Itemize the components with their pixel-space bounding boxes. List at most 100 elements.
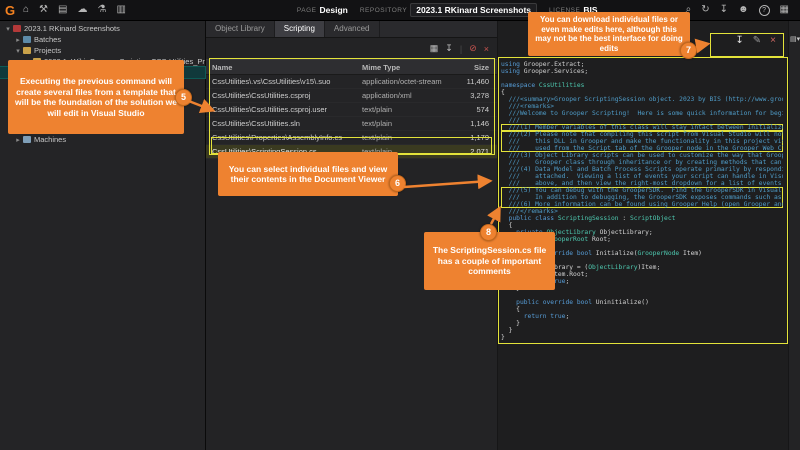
sidebar-item-label: Projects [34,46,61,55]
close-icon[interactable]: × [484,44,489,54]
file-mime-type: text/plain [362,133,454,142]
code-line: ///(4) Data Model and Batch Process Scri… [501,166,783,173]
code-line: ///Welcome to Grooper Scripting! Here is… [501,110,783,117]
code-line: /// this DLL in Grooper and make the fun… [501,138,783,145]
file-toolbar: ▦ ↧ | ⊘ × [206,38,497,59]
close-code-icon[interactable]: × [770,35,776,46]
save-icon[interactable]: ▤ [55,1,70,19]
code-line: } [501,334,783,341]
stats-icon[interactable]: ▥ [113,1,128,19]
download-icon[interactable]: ↧ [717,1,731,19]
code-line: /// [501,117,783,124]
file-name: CssUtilities\Properties\AssemblyInfo.cs [206,133,362,142]
expand-icon[interactable]: ▸ [14,36,22,44]
callout-5-text: Executing the previous command will crea… [14,76,178,118]
tab-scripting[interactable]: Scripting [275,20,325,37]
code-line: ///(6) More information can be found usi… [501,201,783,208]
file-size: 574 [454,105,497,114]
download-code-icon[interactable]: ↧ [735,35,743,46]
delete-icon[interactable]: ⊘ [469,43,477,54]
download-file-icon[interactable]: ↧ [445,43,453,54]
root-icon [13,25,21,32]
sidebar-item-projects[interactable]: ▾ Projects [0,45,205,56]
code-line: ///(5) You can debug with the GrooperSDK… [501,187,783,194]
annotation-callout-7: You can download individual files or eve… [528,12,690,56]
code-line: /// above, and then view the right-most … [501,180,783,187]
file-table-header: Name Mime Type Size [206,59,497,75]
code-line [501,75,783,82]
code-line: using Grooper.Services; [501,68,783,75]
collapse-icon[interactable]: ▾ [14,47,22,55]
panel-menu-icon[interactable]: ▤▾ [790,35,800,43]
sidebar-item-root[interactable]: ▾2023.1 RKinard Screenshots [0,23,205,34]
help-icon[interactable]: ? [759,5,770,16]
apps-grid-icon[interactable]: ▦ [777,1,792,19]
code-line: /// In addition to debugging, the Groope… [501,194,783,201]
file-row[interactable]: CssUtilities\Properties\AssemblyInfo.cst… [206,131,497,145]
callout-6-number: 6 [389,175,406,192]
sidebar-item-batches[interactable]: ▸ Batches [0,34,205,45]
projects-icon [23,47,31,54]
annotation-callout-8: The ScriptingSession.cs file has a coupl… [424,232,555,290]
column-header-mime-type[interactable]: Mime Type [362,63,454,72]
file-mime-type: application/xml [362,91,454,100]
tab-advanced[interactable]: Advanced [325,20,380,37]
annotation-callout-6: You can select individual files and view… [218,152,398,196]
code-line: ///(3) Object Library scripts can be use… [501,152,783,159]
callout-6-text: You can select individual files and view… [224,164,392,185]
code-line: ///(1) Member variables of this class wi… [501,124,783,131]
code-line: { [501,222,783,229]
callout-8-text: The ScriptingSession.cs file has a coupl… [430,245,549,277]
file-name: CssUtilities\CssUtilities.csproj.user [206,105,362,114]
file-row[interactable]: CssUtilities\CssUtilities.csprojapplicat… [206,89,497,103]
machines-icon [23,136,31,143]
sidebar-item-label: Machines [34,135,66,144]
callout-5-number: 5 [175,89,192,106]
file-mime-type: text/plain [362,119,454,128]
callout-7-text: You can download individual files or eve… [534,15,684,53]
repository-label: REPOSITORY [360,7,407,14]
home-icon[interactable]: ⌂ [20,1,32,19]
collapse-icon[interactable]: ▾ [4,25,12,33]
file-size: 1,179 [454,133,497,142]
right-strip: ▤▾ [789,20,800,450]
flask-icon[interactable]: ⚗ [94,1,109,19]
code-line: { [501,306,783,313]
code-line: using Grooper.Extract; [501,61,783,68]
sidebar-item-label: Batches [34,35,61,44]
refresh-icon[interactable]: ↻ [698,1,712,19]
edit-code-icon[interactable]: ✎ [753,35,761,46]
file-name: CssUtilities\CssUtilities.sln [206,119,362,128]
code-line [501,292,783,299]
column-header-name[interactable]: Name [206,63,362,72]
code-line: public class ScriptingSession : ScriptOb… [501,215,783,222]
file-name: CssUtilities\.vs\CssUtilities\v15\.suo [206,77,362,86]
code-line: ///</remarks> [501,208,783,215]
file-row[interactable]: CssUtilities\CssUtilities.slntext/plain1… [206,117,497,131]
code-line: /// attached. Viewing a list of events y… [501,173,783,180]
file-size: 1,146 [454,119,497,128]
code-line: } [501,327,783,334]
code-line: } [501,320,783,327]
callout-8-number: 8 [480,224,497,241]
expand-icon[interactable]: ▸ [14,136,22,144]
sidebar-item-machines[interactable]: ▸ Machines [0,134,205,145]
file-row[interactable]: CssUtilities\CssUtilities.csproj.usertex… [206,103,497,117]
column-header-size[interactable]: Size [454,63,497,72]
tab-object-library[interactable]: Object Library [206,20,275,37]
file-row[interactable]: CssUtilities\.vs\CssUtilities\v15\.suoap… [206,75,497,89]
export-grid-icon[interactable]: ▦ [430,43,439,54]
cloud-icon[interactable]: ☁ [74,1,90,19]
callout-7-number: 7 [680,42,697,59]
users-icon[interactable]: ☻ [735,1,752,19]
code-line: return true; [501,313,783,320]
code-viewer[interactable]: using Grooper.Extract;using Grooper.Serv… [501,61,783,341]
code-line: namespace CssUtilities [501,82,783,89]
code-line: { [501,89,783,96]
tools-icon[interactable]: ⚒ [36,1,51,19]
repository-selector[interactable]: 2023.1 RKinard Screenshots [410,3,537,17]
code-line: /// used from the Script tab of the Groo… [501,145,783,152]
code-line: public override bool Uninitialize() [501,299,783,306]
annotation-callout-5: Executing the previous command will crea… [8,60,184,134]
toolbar-divider: | [460,44,462,54]
